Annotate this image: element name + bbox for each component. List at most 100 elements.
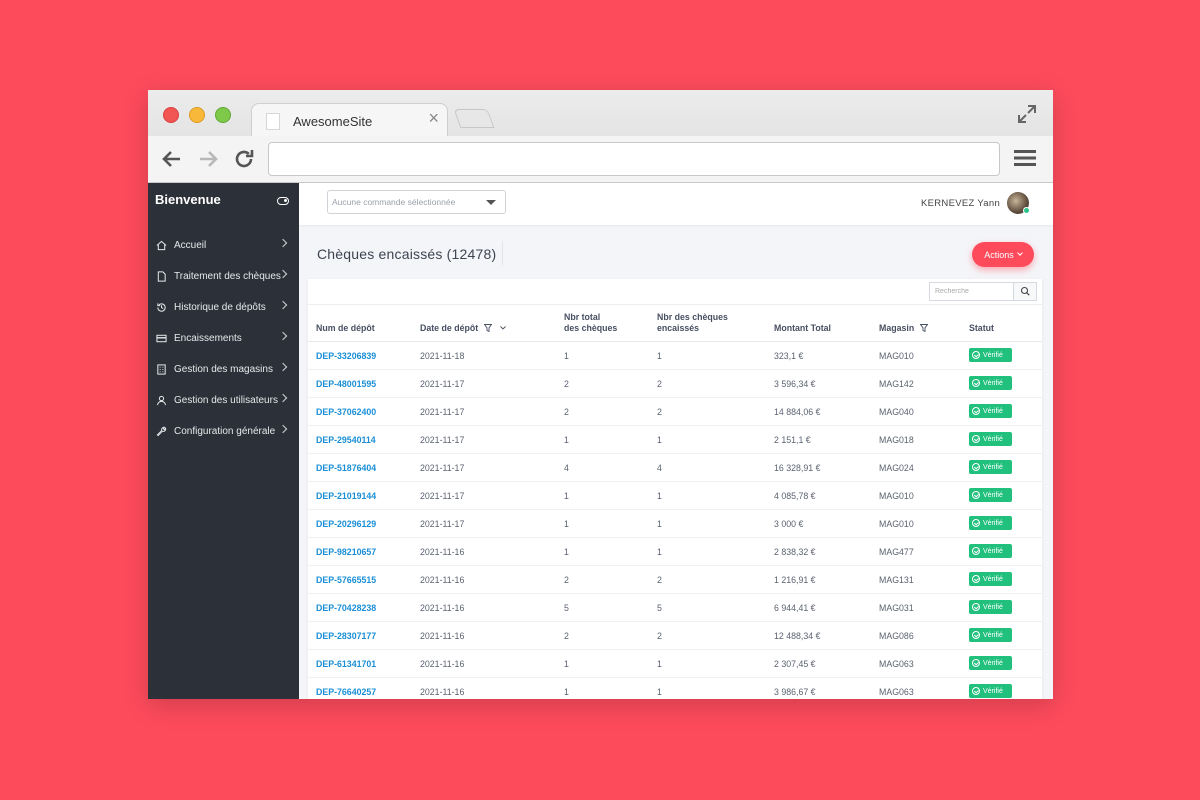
hamburger-menu-icon[interactable] — [1014, 149, 1036, 167]
address-bar[interactable] — [268, 142, 1000, 176]
deposit-number-link[interactable]: DEP-29540114 — [316, 435, 376, 445]
status-badge: Vérifié — [969, 656, 1012, 670]
column-label: Magasin — [879, 323, 915, 333]
table-row[interactable]: DEP-20296129 2021-11-17 1 1 3 000 € MAG0… — [308, 510, 1042, 538]
back-arrow-icon[interactable] — [160, 147, 184, 171]
total-amount: 3 596,34 € — [774, 379, 816, 389]
sidebar-item-accueil[interactable]: Accueil — [148, 230, 299, 261]
status-badge: Vérifié — [969, 572, 1012, 586]
order-select[interactable]: Aucune commande sélectionnée — [327, 190, 506, 214]
main-content: Aucune commande sélectionnée KERNEVEZ Ya… — [299, 183, 1053, 699]
column-num-depot[interactable]: Num de dépôt — [316, 323, 375, 334]
column-label: Date de dépôt — [420, 323, 479, 333]
table-row[interactable]: DEP-21019144 2021-11-17 1 1 4 085,78 € M… — [308, 482, 1042, 510]
column-montant-total[interactable]: Montant Total — [774, 323, 831, 334]
store-code: MAG063 — [879, 687, 914, 697]
deposit-date: 2021-11-16 — [420, 631, 465, 641]
table-row[interactable]: DEP-48001595 2021-11-17 2 2 3 596,34 € M… — [308, 370, 1042, 398]
table-header: Num de dépôt Date de dépôt Nbr total des… — [308, 304, 1042, 342]
maximize-window-button[interactable] — [215, 107, 231, 123]
filter-icon[interactable] — [483, 324, 492, 332]
table-row[interactable]: DEP-98210657 2021-11-16 1 1 2 838,32 € M… — [308, 538, 1042, 566]
deposit-number-link[interactable]: DEP-57665515 — [316, 575, 376, 585]
sidebar-item-gestion-utilisateurs[interactable]: Gestion des utilisateurs — [148, 385, 299, 416]
cashed-cheques: 1 — [657, 491, 662, 501]
table-row[interactable]: DEP-33206839 2021-11-18 1 1 323,1 € MAG0… — [308, 342, 1042, 370]
check-circle-icon — [972, 435, 980, 443]
tab-close-icon[interactable]: × — [428, 109, 439, 127]
table-row[interactable]: DEP-37062400 2021-11-17 2 2 14 884,06 € … — [308, 398, 1042, 426]
deposit-number-link[interactable]: DEP-48001595 — [316, 379, 376, 389]
deposit-date: 2021-11-17 — [420, 435, 465, 445]
sidebar-item-traitement-cheques[interactable]: Traitement des chèques — [148, 261, 299, 292]
deposit-number-link[interactable]: DEP-61341701 — [316, 659, 376, 669]
table-row[interactable]: DEP-70428238 2021-11-16 5 5 6 944,41 € M… — [308, 594, 1042, 622]
minimize-window-button[interactable] — [189, 107, 205, 123]
search-icon — [1020, 286, 1030, 296]
table-search — [929, 282, 1037, 301]
table-row[interactable]: DEP-51876404 2021-11-17 4 4 16 328,91 € … — [308, 454, 1042, 482]
store-code: MAG063 — [879, 659, 914, 669]
sidebar-item-label: Gestion des magasins — [174, 364, 273, 375]
sort-down-icon[interactable] — [499, 324, 507, 332]
sidebar-item-historique-depots[interactable]: Historique de dépôts — [148, 292, 299, 323]
cashed-cheques: 1 — [657, 519, 662, 529]
status-label: Vérifié — [983, 603, 1003, 611]
deposit-date: 2021-11-16 — [420, 575, 465, 585]
column-nbr-total[interactable]: Nbr total des chèques — [564, 312, 617, 334]
total-amount: 3 986,67 € — [774, 687, 816, 697]
column-nbr-encaisses[interactable]: Nbr des chèques encaissés — [657, 312, 728, 334]
sidebar-item-gestion-magasins[interactable]: Gestion des magasins — [148, 354, 299, 385]
search-input[interactable] — [930, 283, 1014, 300]
status-badge: Vérifié — [969, 684, 1012, 698]
deposit-number-link[interactable]: DEP-28307177 — [316, 631, 376, 641]
column-date-depot[interactable]: Date de dépôt — [420, 323, 507, 334]
table-row[interactable]: DEP-76640257 2021-11-16 1 1 3 986,67 € M… — [308, 678, 1042, 699]
deposit-number-link[interactable]: DEP-21019144 — [316, 491, 376, 501]
browser-tab[interactable]: AwesomeSite × — [251, 103, 448, 136]
document-icon — [157, 271, 166, 282]
actions-button[interactable]: Actions — [972, 242, 1034, 267]
new-tab-button[interactable] — [453, 109, 495, 128]
sidebar-item-encaissements[interactable]: Encaissements — [148, 323, 299, 354]
table-row[interactable]: DEP-29540114 2021-11-17 1 1 2 151,1 € MA… — [308, 426, 1042, 454]
search-button[interactable] — [1013, 283, 1036, 300]
status-badge: Vérifié — [969, 516, 1012, 530]
total-amount: 16 328,91 € — [774, 463, 821, 473]
deposit-date: 2021-11-16 — [420, 659, 465, 669]
deposit-number-link[interactable]: DEP-98210657 — [316, 547, 376, 557]
sidebar-item-configuration[interactable]: Configuration générale — [148, 416, 299, 447]
column-magasin[interactable]: Magasin — [879, 323, 928, 334]
sidebar-toggle-icon[interactable] — [277, 197, 289, 205]
table-row[interactable]: DEP-28307177 2021-11-16 2 2 12 488,34 € … — [308, 622, 1042, 650]
expand-icon[interactable] — [1017, 104, 1037, 124]
total-cheques: 1 — [564, 687, 569, 697]
cashed-cheques: 1 — [657, 659, 662, 669]
total-cheques: 2 — [564, 575, 569, 585]
deposit-number-link[interactable]: DEP-20296129 — [316, 519, 376, 529]
check-circle-icon — [972, 519, 980, 527]
sidebar-item-label: Accueil — [174, 240, 207, 251]
deposit-number-link[interactable]: DEP-70428238 — [316, 603, 376, 613]
tab-title: AwesomeSite — [293, 114, 373, 129]
user-name[interactable]: KERNEVEZ Yann — [921, 198, 1000, 209]
deposit-number-link[interactable]: DEP-37062400 — [316, 407, 376, 417]
deposit-number-link[interactable]: DEP-51876404 — [316, 463, 376, 473]
cashed-cheques: 1 — [657, 687, 662, 697]
total-cheques: 5 — [564, 603, 569, 613]
chevron-right-icon — [278, 393, 288, 403]
check-circle-icon — [972, 659, 980, 667]
forward-arrow-icon[interactable] — [196, 147, 220, 171]
deposit-date: 2021-11-17 — [420, 463, 465, 473]
deposit-number-link[interactable]: DEP-76640257 — [316, 687, 376, 697]
close-window-button[interactable] — [163, 107, 179, 123]
column-statut[interactable]: Statut — [969, 323, 994, 334]
status-badge: Vérifié — [969, 628, 1012, 642]
deposit-date: 2021-11-17 — [420, 379, 465, 389]
table-row[interactable]: DEP-61341701 2021-11-16 1 1 2 307,45 € M… — [308, 650, 1042, 678]
top-bar: Aucune commande sélectionnée KERNEVEZ Ya… — [299, 183, 1053, 225]
deposit-number-link[interactable]: DEP-33206839 — [316, 351, 376, 361]
reload-icon[interactable] — [232, 147, 256, 171]
filter-icon[interactable] — [919, 324, 928, 332]
table-row[interactable]: DEP-57665515 2021-11-16 2 2 1 216,91 € M… — [308, 566, 1042, 594]
